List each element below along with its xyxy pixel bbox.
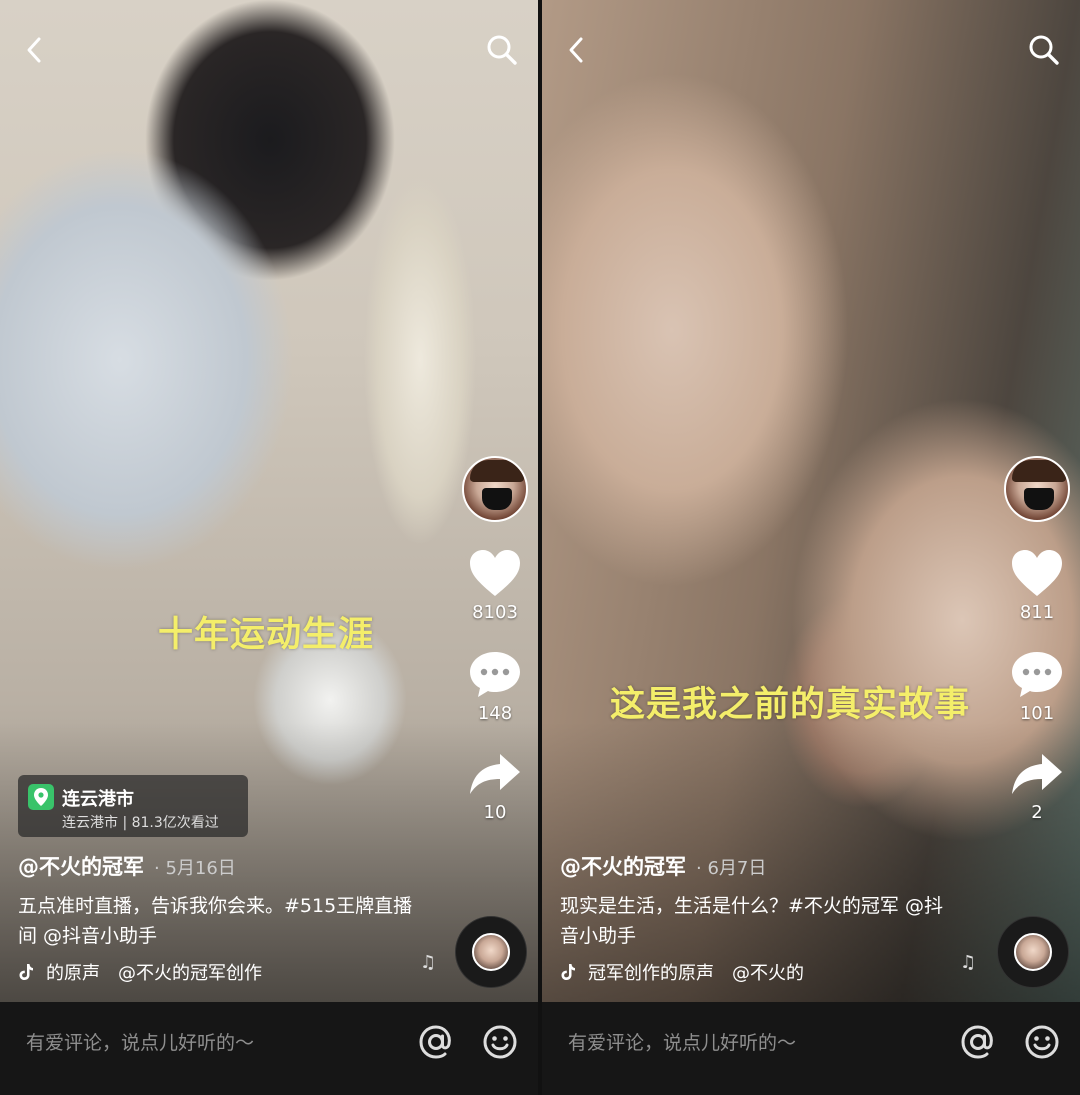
- search-button[interactable]: [1022, 28, 1066, 72]
- comment-count: 101: [1019, 703, 1055, 724]
- music-disc[interactable]: [456, 917, 526, 987]
- video-description: 五点准时直播，告诉我你会来。#515王牌直播间 @抖音小助手: [18, 895, 413, 947]
- comment-icon: [1012, 652, 1062, 697]
- avatar-hair: [470, 460, 524, 482]
- share-count: 10: [483, 802, 507, 823]
- video-screen-right: 这是我之前的真实故事 811 101 2 @不火的冠军 · 6月7日 现实是生活，…: [542, 0, 1080, 1095]
- comment-count: 148: [477, 703, 513, 724]
- music-disc[interactable]: [998, 917, 1068, 987]
- share-icon: [1012, 754, 1062, 794]
- author-avatar[interactable]: [1004, 456, 1070, 522]
- video-screen-left: 十年运动生涯 8103 148 10 连云港市 连云港市 | 81.3亿次看过 …: [0, 0, 538, 1095]
- share-icon: [470, 754, 520, 794]
- comment-input[interactable]: 有爱评论，说点儿好听的～: [568, 1028, 796, 1055]
- like-count: 8103: [472, 602, 518, 623]
- comment-button[interactable]: 101: [1010, 649, 1064, 724]
- post-date: · 6月7日: [696, 858, 767, 879]
- music-note-icon: ♫: [420, 952, 437, 973]
- video-caption: 这是我之前的真实故事: [610, 685, 971, 725]
- search-icon: [1029, 35, 1059, 65]
- like-count: 811: [1019, 602, 1055, 623]
- music-info[interactable]: 冠军创作的原声 @不火的: [560, 959, 850, 985]
- comment-icon: [470, 652, 520, 697]
- like-button[interactable]: 8103: [468, 548, 522, 623]
- share-button[interactable]: 2: [1010, 750, 1064, 823]
- tiktok-logo-icon: [19, 964, 33, 980]
- comment-input[interactable]: 有爱评论，说点儿好听的～: [26, 1028, 254, 1055]
- comment-bar: 有爱评论，说点儿好听的～: [542, 1002, 1080, 1095]
- avatar-hair: [1012, 460, 1066, 482]
- share-button[interactable]: 10: [468, 750, 522, 823]
- back-icon: [27, 37, 41, 63]
- back-button[interactable]: [554, 28, 598, 72]
- disc-avatar: [1014, 933, 1052, 971]
- post-date: · 5月16日: [154, 858, 236, 879]
- music-note-icon: ♫: [960, 952, 977, 973]
- author-name[interactable]: @不火的冠军: [560, 855, 686, 879]
- disc-avatar: [472, 933, 510, 971]
- at-icon[interactable]: [958, 1022, 998, 1062]
- search-icon: [487, 35, 517, 65]
- heart-icon: [1012, 550, 1062, 596]
- share-count: 2: [1031, 802, 1043, 823]
- video-caption: 十年运动生涯: [158, 615, 375, 655]
- location-tag[interactable]: 连云港市 连云港市 | 81.3亿次看过: [18, 775, 248, 837]
- tiktok-logo-icon: [561, 964, 575, 980]
- action-rail: 8103 148 10: [458, 456, 532, 823]
- comment-bar: 有爱评论，说点儿好听的～: [0, 1002, 538, 1095]
- emoji-icon[interactable]: [480, 1022, 520, 1062]
- author-name[interactable]: @不火的冠军: [18, 855, 144, 879]
- video-description: 现实是生活，生活是什么？#不火的冠军 @抖音小助手: [560, 895, 943, 947]
- emoji-icon[interactable]: [1022, 1022, 1062, 1062]
- comment-button[interactable]: 148: [468, 649, 522, 724]
- avatar-mask: [1024, 488, 1054, 510]
- back-button[interactable]: [12, 28, 56, 72]
- search-button[interactable]: [480, 28, 524, 72]
- author-line: @不火的冠军 · 5月16日: [18, 851, 236, 881]
- music-info[interactable]: 的原声 @不火的冠军创作: [18, 959, 308, 985]
- music-title: 的原声 @不火的冠军创作: [46, 963, 262, 984]
- like-button[interactable]: 811: [1010, 548, 1064, 623]
- action-rail: 811 101 2: [1000, 456, 1074, 823]
- author-line: @不火的冠军 · 6月7日: [560, 851, 766, 881]
- back-icon: [569, 37, 583, 63]
- author-avatar[interactable]: [462, 456, 528, 522]
- music-title: 冠军创作的原声 @不火的: [588, 963, 804, 984]
- avatar-mask: [482, 488, 512, 510]
- location-city: 连云港市: [62, 789, 134, 810]
- heart-icon: [470, 550, 520, 596]
- location-views: 连云港市 | 81.3亿次看过: [62, 815, 219, 831]
- location-pin-icon: [28, 784, 54, 810]
- at-icon[interactable]: [416, 1022, 456, 1062]
